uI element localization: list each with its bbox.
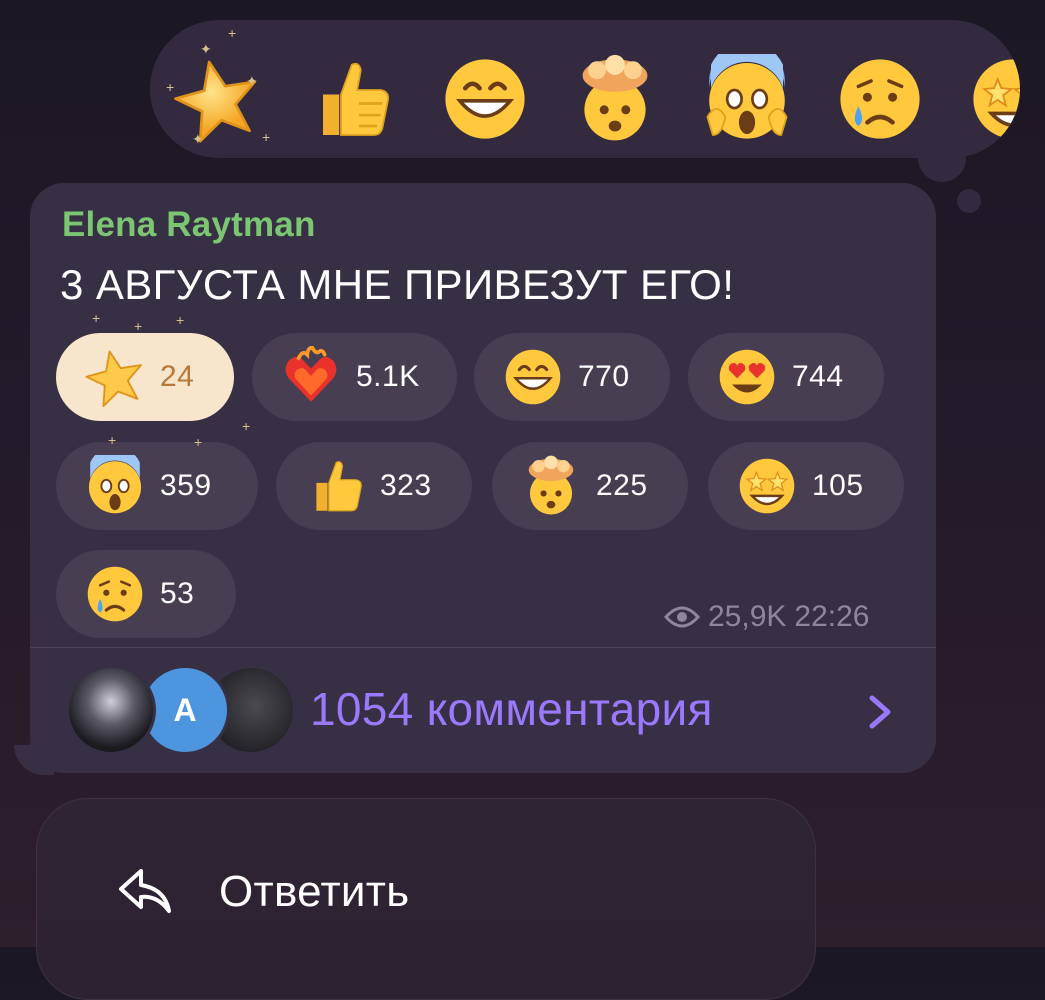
reaction-count: 225 xyxy=(596,469,648,502)
reaction-picker: ✦ + ✦ + + ✦ xyxy=(150,20,1020,158)
picker-bubble-tail xyxy=(918,134,966,182)
reaction-star-struck[interactable]: 105 xyxy=(708,442,904,530)
sparkle-icon: + xyxy=(262,129,271,145)
thumbs-up-icon xyxy=(304,455,366,517)
sparkle-icon: + xyxy=(92,310,101,326)
message-bubble: Elena Raytman 3 АВГУСТА МНЕ ПРИВЕЗУТ ЕГО… xyxy=(30,183,936,773)
picker-exploding[interactable] xyxy=(570,54,660,144)
thumbs-up-icon xyxy=(305,54,395,144)
reaction-count: 323 xyxy=(380,469,432,502)
message-author[interactable]: Elena Raytman xyxy=(62,205,316,245)
eye-icon xyxy=(664,606,700,628)
reaction-exploding-head[interactable]: 225 xyxy=(492,442,688,530)
picker-bubble-dot xyxy=(957,189,981,213)
heart-eyes-icon xyxy=(716,346,778,408)
sparkle-icon: ✦ xyxy=(192,131,204,147)
sparkle-icon: + xyxy=(176,312,185,328)
reaction-heart-on-fire[interactable]: 5.1K xyxy=(252,333,457,421)
comments-label: 1054 комментария xyxy=(310,683,713,735)
sparkle-icon: + xyxy=(228,25,237,41)
picker-thumbs-up[interactable] xyxy=(305,54,395,144)
reaction-star[interactable]: 24 xyxy=(56,333,234,421)
sparkle-icon: + xyxy=(108,432,117,448)
reaction-count: 105 xyxy=(812,469,864,502)
screaming-face-icon xyxy=(84,455,146,517)
sparkle-icon: + xyxy=(242,418,251,434)
exploding-head-icon xyxy=(520,455,582,517)
star-struck-icon xyxy=(968,54,1020,144)
reaction-thumbs-up[interactable]: 323 xyxy=(276,442,472,530)
picker-star[interactable] xyxy=(172,54,262,144)
reaction-grin[interactable]: 770 xyxy=(474,333,670,421)
heart-on-fire-icon xyxy=(280,346,342,408)
reaction-count: 24 xyxy=(160,360,195,393)
reaction-crying[interactable]: 53 xyxy=(56,550,236,638)
reaction-count: 359 xyxy=(160,469,212,502)
star-icon xyxy=(172,54,262,144)
reply-label: Ответить xyxy=(219,867,410,916)
sparkle-icon: + xyxy=(166,79,175,95)
crying-face-icon xyxy=(84,563,146,625)
reaction-count: 53 xyxy=(160,577,195,610)
context-menu: Ответить xyxy=(36,798,816,1000)
comments-button[interactable]: A 1054 комментария xyxy=(30,648,936,773)
sparkle-icon: + xyxy=(194,434,203,450)
picker-star-struck[interactable] xyxy=(968,54,1020,144)
picker-cry[interactable] xyxy=(835,54,925,144)
message-time: 22:26 xyxy=(794,600,870,633)
star-struck-icon xyxy=(736,455,798,517)
sparkle-icon: ✦ xyxy=(246,73,258,89)
message-meta: 25,9K 22:26 xyxy=(664,600,869,634)
crying-face-icon xyxy=(835,54,925,144)
screaming-face-icon xyxy=(702,54,792,144)
reaction-count: 770 xyxy=(578,360,630,393)
message-text: 3 АВГУСТА МНЕ ПРИВЕЗУТ ЕГО! xyxy=(60,261,735,308)
picker-scream[interactable] xyxy=(702,54,792,144)
picker-grin[interactable] xyxy=(440,54,530,144)
grinning-face-icon xyxy=(502,346,564,408)
sparkle-icon: + xyxy=(134,318,143,334)
avatar xyxy=(66,665,156,755)
exploding-head-icon xyxy=(570,54,660,144)
grinning-face-icon xyxy=(440,54,530,144)
reaction-scream[interactable]: 359 xyxy=(56,442,258,530)
reaction-count: 5.1K xyxy=(356,360,420,393)
reaction-heart-eyes[interactable]: 744 xyxy=(688,333,884,421)
sparkle-icon: ✦ xyxy=(200,41,212,57)
star-icon xyxy=(84,346,146,408)
reply-icon xyxy=(119,869,171,913)
reply-menu-item[interactable]: Ответить xyxy=(117,857,617,927)
views-count: 25,9K xyxy=(708,600,787,633)
reaction-count: 744 xyxy=(792,360,844,393)
chevron-right-icon xyxy=(869,695,891,729)
